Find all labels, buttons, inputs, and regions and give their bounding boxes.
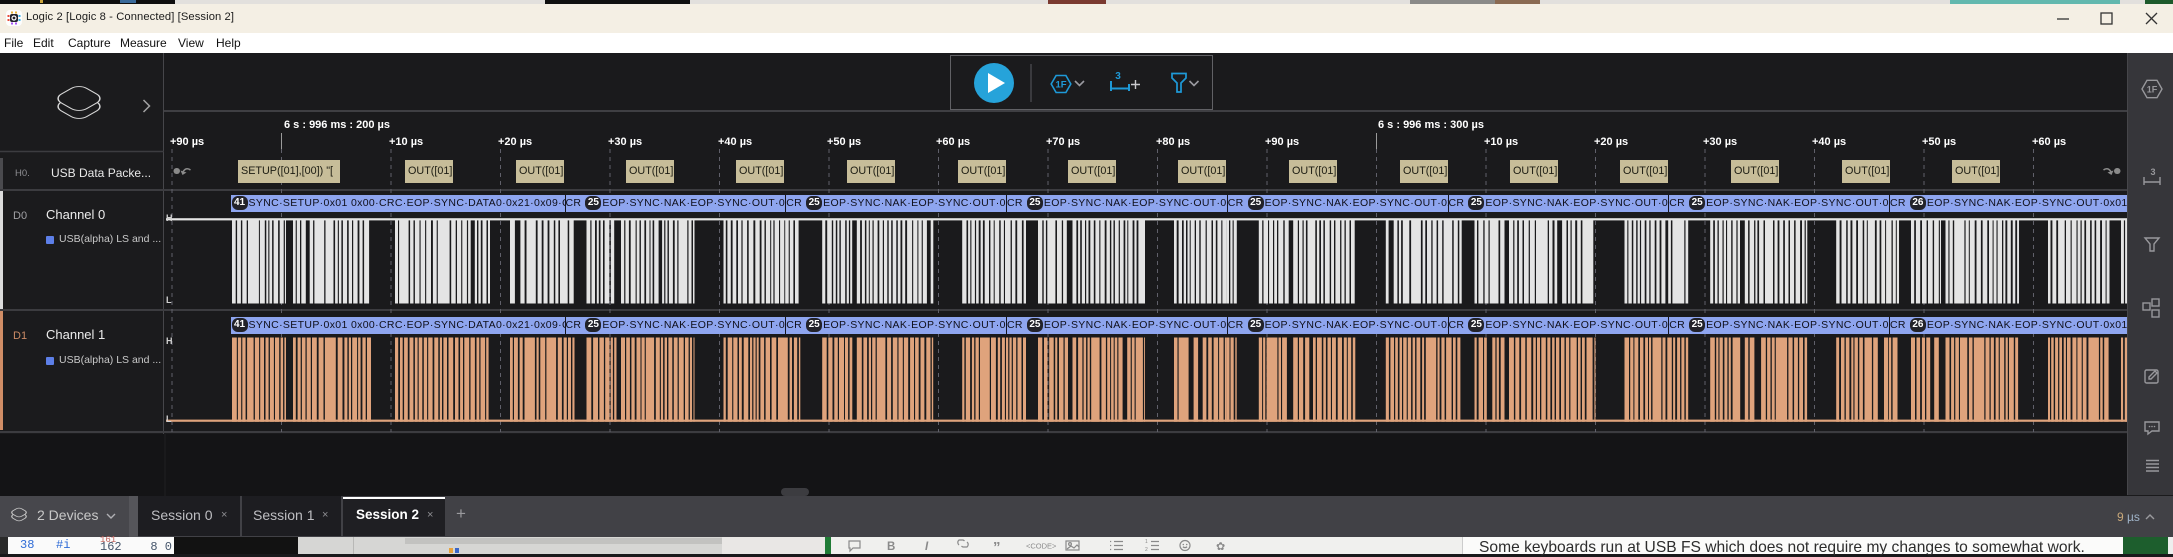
svg-text:”: ” [993,539,1001,554]
svg-text:3: 3 [1115,71,1121,82]
svg-text:I: I [925,541,929,553]
svg-text:1F: 1F [1055,80,1066,91]
svg-text:2: 2 [1145,547,1148,553]
svg-text:1: 1 [1145,539,1148,545]
svg-text:B: B [887,541,895,553]
svg-text:✿: ✿ [1216,541,1225,553]
svg-text:<CODE>: <CODE> [1026,542,1057,551]
